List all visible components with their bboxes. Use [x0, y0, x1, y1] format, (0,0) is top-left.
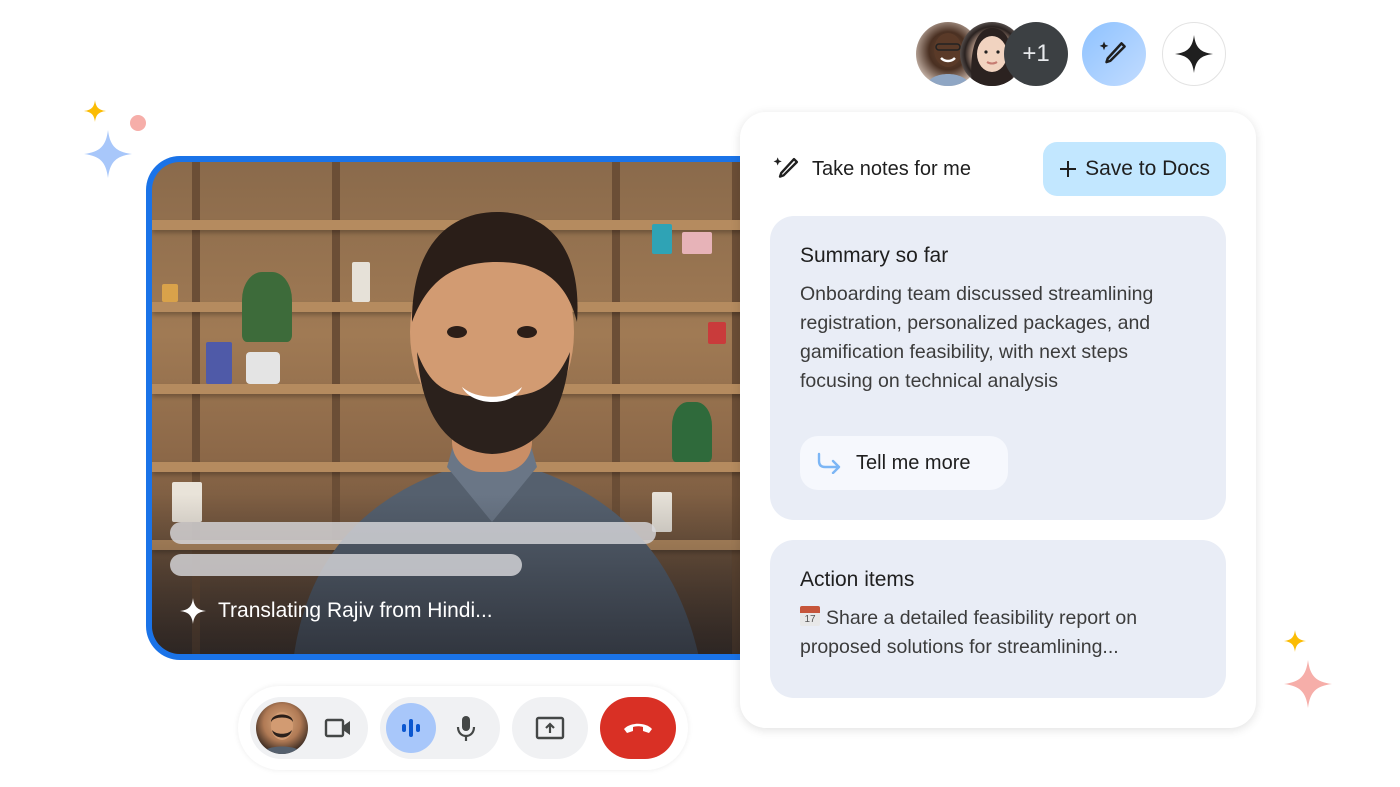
- camera-pill: [250, 697, 368, 759]
- take-notes-button[interactable]: [1082, 22, 1146, 86]
- panel-header: Take notes for me Save to Docs: [772, 142, 1226, 196]
- translation-status-text: Translating Rajiv from Hindi...: [218, 599, 493, 622]
- summary-card: Summary so far Onboarding team discussed…: [770, 216, 1226, 520]
- self-avatar[interactable]: [256, 702, 308, 754]
- self-face: [262, 712, 302, 754]
- action-item: 17 Share a detailed feasibility report on…: [800, 604, 1196, 662]
- camera-button[interactable]: [318, 703, 358, 753]
- end-call-button[interactable]: [600, 697, 676, 759]
- gemini-button[interactable]: [1162, 22, 1226, 86]
- present-pill: [512, 697, 588, 759]
- take-notes-panel: Take notes for me Save to Docs Summary s…: [740, 112, 1256, 728]
- caption-placeholder-line: [170, 554, 522, 576]
- plus-icon: [1060, 161, 1077, 177]
- meeting-controls: [238, 686, 688, 770]
- participant-video-tile[interactable]: Translating Rajiv from Hindi...: [146, 156, 766, 660]
- audio-level-indicator[interactable]: [386, 703, 436, 753]
- panel-title: Take notes for me: [772, 155, 971, 183]
- magic-pen-icon: [773, 157, 799, 178]
- present-screen-button[interactable]: [525, 703, 575, 753]
- panel-title-text: Take notes for me: [812, 157, 971, 180]
- gemini-sparkle-icon: [180, 598, 206, 624]
- tell-me-more-label: Tell me more: [856, 451, 971, 474]
- sparkle-yellow-icon: [1284, 630, 1306, 652]
- calendar-icon: 17: [800, 606, 820, 626]
- sparkle-blue-icon: [84, 130, 132, 178]
- video-camera-icon: [324, 718, 350, 738]
- magic-pen-icon: [1099, 41, 1126, 64]
- translation-status: Translating Rajiv from Hindi...: [180, 598, 493, 624]
- audio-wave-icon: [402, 719, 420, 737]
- summary-heading: Summary so far: [800, 244, 949, 267]
- calendar-day: 17: [804, 614, 816, 625]
- action-item-text: Share a detailed feasibility report on p…: [800, 607, 1138, 658]
- save-to-docs-label: Save to Docs: [1085, 157, 1210, 180]
- participant-avatars[interactable]: +1: [916, 22, 1068, 86]
- audio-pill: [380, 697, 500, 759]
- sparkle-pink-icon: [1284, 660, 1332, 708]
- shelf-item: [206, 342, 232, 384]
- hang-up-icon: [624, 723, 652, 733]
- present-screen-icon: [535, 716, 565, 740]
- decorative-dot: [130, 115, 146, 131]
- reply-arrow-icon: [817, 452, 841, 474]
- action-items-heading: Action items: [800, 568, 915, 591]
- gemini-sparkle-icon: [1175, 35, 1213, 73]
- save-to-docs-button[interactable]: Save to Docs: [1043, 142, 1226, 196]
- more-participants-count[interactable]: +1: [1004, 22, 1068, 86]
- summary-text: Onboarding team discussed streamlining r…: [800, 283, 1154, 392]
- sparkle-yellow-icon: [84, 100, 106, 122]
- tell-me-more-button[interactable]: Tell me more: [800, 436, 1008, 490]
- microphone-button[interactable]: [446, 703, 486, 753]
- action-items-card: Action items 17 Share a detailed feasibil…: [770, 540, 1226, 698]
- caption-placeholder-line: [170, 522, 656, 544]
- shelf-item: [162, 284, 178, 302]
- microphone-icon: [456, 716, 476, 741]
